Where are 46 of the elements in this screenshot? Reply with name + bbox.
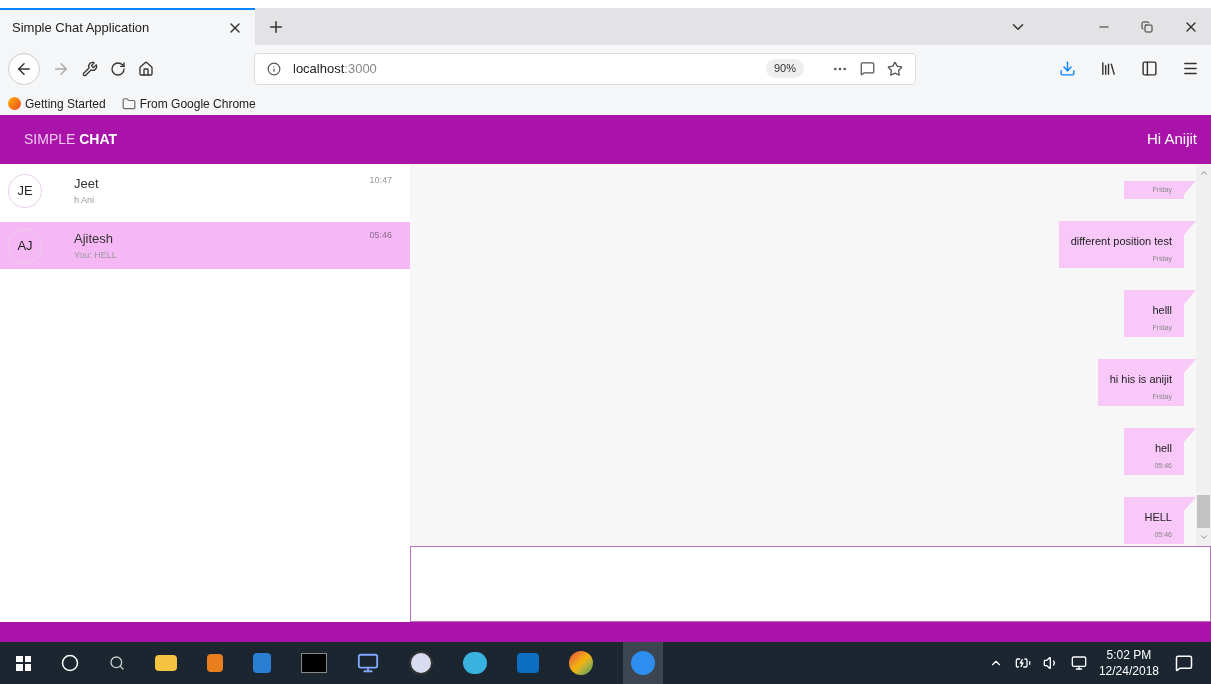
back-button[interactable] (8, 52, 40, 85)
message-text: hell (1154, 441, 1172, 456)
menu-icon[interactable] (1182, 60, 1199, 77)
url-text: localhost:3000 (293, 59, 378, 78)
bookmark-link[interactable]: Getting Started (8, 94, 106, 113)
clock-time: 5:02 PM (1106, 647, 1152, 663)
conversation-item[interactable]: AJ Ajitesh You: HELL 05:46 (0, 222, 410, 269)
contact-name: Ajitesh (74, 230, 115, 248)
message-text: HELL (1144, 510, 1172, 525)
zoom-level[interactable]: 90% (765, 59, 804, 78)
scrollbar[interactable] (1196, 164, 1211, 546)
message-text: hi his is anijit (1109, 372, 1172, 387)
tab-title: Simple Chat Application (12, 18, 150, 37)
message-preview: You: HELL (74, 248, 118, 262)
address-bar[interactable]: localhost:3000 90% (254, 52, 916, 85)
home-icon[interactable] (138, 60, 154, 77)
download-icon[interactable] (1059, 60, 1076, 77)
restore-icon[interactable] (1141, 20, 1153, 33)
reload-icon[interactable] (110, 60, 126, 77)
contact-name: Jeet (74, 175, 100, 193)
sidebar-icon[interactable] (1141, 60, 1158, 77)
browser-tab[interactable]: Simple Chat Application (0, 8, 255, 45)
message-text: helll (1152, 303, 1172, 318)
message-text: different position test (1070, 234, 1172, 249)
network-icon[interactable] (1070, 655, 1087, 671)
library-icon[interactable] (1100, 60, 1117, 77)
clock-date: 12/24/2018 (1098, 663, 1159, 679)
message-input[interactable] (410, 546, 1211, 622)
folder-icon (121, 96, 136, 111)
greeting-text: Hi Anijit (1146, 129, 1197, 150)
clock[interactable]: 5:02 PM 12/24/2018 (1098, 647, 1159, 679)
conversation-time: 05:46 (369, 229, 392, 242)
brand-logo: SIMPLE CHAT (24, 130, 118, 149)
wrench-icon[interactable] (82, 60, 98, 77)
windows-start-icon[interactable] (16, 655, 31, 671)
network-app-icon[interactable] (357, 652, 379, 674)
scrollbar-thumb[interactable] (1197, 495, 1210, 528)
bookmark-link[interactable]: From Google Chrome (121, 94, 256, 113)
terminal-icon[interactable] (301, 653, 327, 673)
notifications-icon[interactable] (1175, 654, 1193, 672)
message-preview: h Ani (74, 193, 96, 207)
info-icon[interactable] (267, 61, 281, 76)
search-icon[interactable] (61, 654, 79, 672)
battery-icon[interactable] (1014, 655, 1031, 671)
conversation-time: 10:47 (369, 174, 392, 187)
star-icon[interactable] (887, 60, 903, 77)
